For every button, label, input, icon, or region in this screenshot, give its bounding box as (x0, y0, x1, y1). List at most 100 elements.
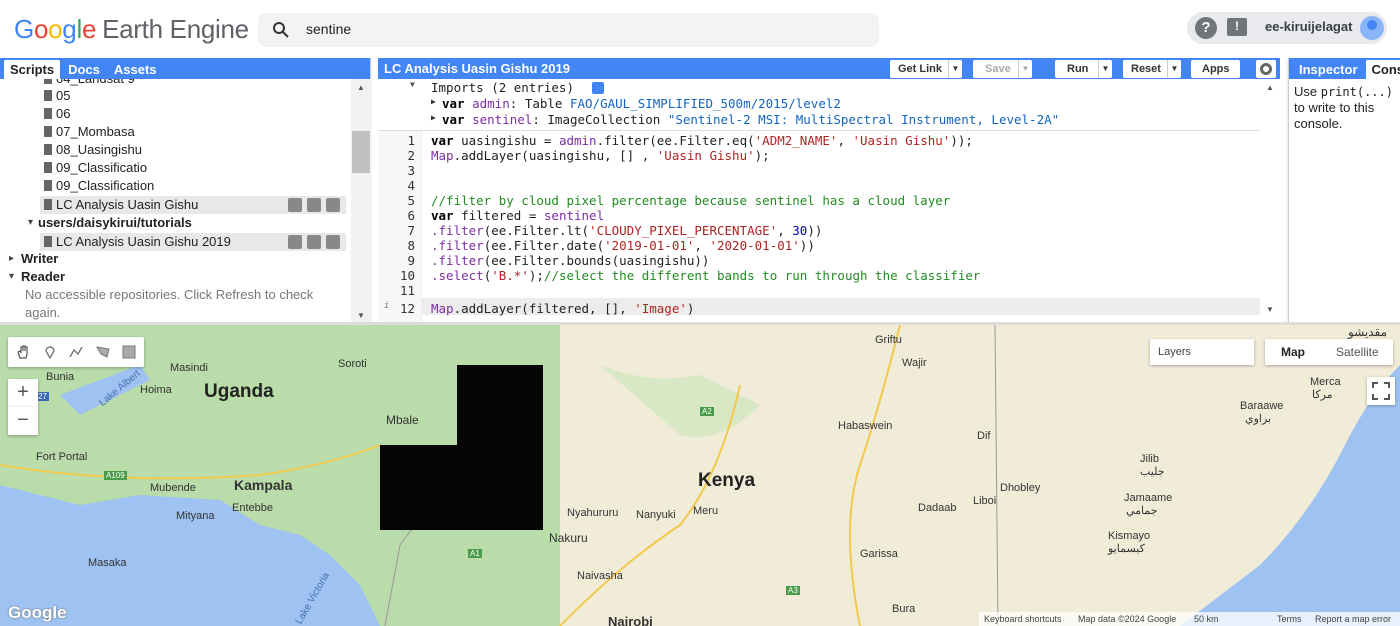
scroll-down-icon[interactable]: ▼ (1266, 305, 1274, 314)
zoom-out-button[interactable]: − (8, 407, 38, 435)
tree-item[interactable]: 07_Mombasa (0, 123, 350, 141)
code-line[interactable]: Map.addLayer(uasingishu, [] , 'Uasin Gis… (431, 148, 770, 163)
map-label: Jamaame (1124, 492, 1173, 504)
left-scrollbar[interactable]: ▲ ▼ (351, 79, 371, 322)
caret-right-icon[interactable]: ▶ (431, 113, 436, 122)
polygon-icon[interactable] (96, 345, 110, 359)
map-label: Wajir (902, 357, 927, 369)
map-label: Griftu (875, 334, 902, 346)
scroll-up-icon[interactable]: ▲ (357, 83, 365, 92)
writer-folder[interactable]: ▸ Writer (0, 250, 350, 268)
tree-item-selected[interactable]: LC Analysis Uasin Gishu 2019 (40, 233, 346, 251)
avatar[interactable] (1360, 16, 1384, 40)
tree-item[interactable]: 05 (0, 87, 350, 105)
line-gutter: 1 2 3 4 5 6 7 8 9 10 11 12 (378, 131, 422, 322)
code-token: sentinel (543, 208, 605, 223)
code-line[interactable]: .filter(ee.Filter.lt('CLOUDY_PIXEL_PERCE… (431, 223, 822, 238)
code-token: , (694, 238, 710, 253)
code-line[interactable]: .filter(ee.Filter.bounds(uasingishu)) (431, 253, 709, 268)
hand-icon[interactable] (16, 345, 30, 359)
repo-folder[interactable]: ▾ users/daisykirui/tutorials (0, 214, 350, 232)
terms-link[interactable]: Terms (1277, 614, 1302, 624)
map-label: Fort Portal (36, 451, 88, 463)
editor-scrollbar[interactable]: ▲ ▼ (1260, 79, 1280, 322)
code-token: (ee.Filter.bounds(uasingishu)) (483, 253, 710, 268)
save-button[interactable]: Save ▼ (973, 60, 1032, 78)
code-line[interactable]: var uasingishu = admin.filter(ee.Filter.… (431, 133, 973, 148)
feedback-icon[interactable]: ! (1227, 18, 1247, 36)
code-token: , (837, 133, 853, 148)
reset-button[interactable]: Reset ▼ (1123, 60, 1181, 78)
fullscreen-button[interactable] (1367, 377, 1395, 405)
google-earth-engine-logo[interactable]: Google Earth Engine (14, 14, 249, 45)
code-token: var (431, 133, 462, 148)
delete-icon[interactable] (326, 235, 340, 249)
code-token: (ee.Filter.lt( (483, 223, 590, 238)
imports-expand-icon[interactable] (592, 82, 604, 94)
tree-item[interactable]: 09_Classificatio (0, 159, 350, 177)
history-icon[interactable] (288, 235, 302, 249)
map-view[interactable]: Uganda Kenya Kampala Masindi Soroti Buni… (0, 325, 1400, 626)
caret-down-icon[interactable]: ▼ (410, 80, 415, 89)
code-token: )) (807, 223, 823, 238)
chevron-down-icon[interactable]: ▼ (1098, 60, 1112, 78)
chevron-down-icon[interactable]: ▼ (948, 60, 962, 78)
tab-assets[interactable]: Assets (108, 60, 163, 79)
code-area[interactable]: ▼ Imports (2 entries) ▶ var admin: Table… (378, 79, 1260, 322)
imports-header[interactable]: Imports (2 entries) (431, 80, 574, 95)
code-line[interactable]: Map.addLayer(filtered, [], 'Image') (431, 301, 694, 316)
get-link-button[interactable]: Get Link ▼ (890, 60, 962, 78)
tree-item[interactable]: 09_Classification (0, 177, 350, 195)
code-token: Map (431, 148, 454, 163)
line-number: 8 (407, 238, 415, 253)
scroll-thumb[interactable] (352, 131, 370, 173)
map-label: Dhobley (1000, 482, 1041, 494)
keyboard-shortcuts-link[interactable]: Keyboard shortcuts (984, 614, 1062, 624)
search-box[interactable] (258, 13, 879, 47)
history-icon[interactable] (288, 198, 302, 212)
delete-icon[interactable] (326, 198, 340, 212)
code-line[interactable]: var filtered = sentinel (431, 208, 604, 223)
line-icon[interactable] (69, 345, 83, 359)
code-line[interactable]: //filter by cloud pixel percentage becau… (431, 193, 950, 208)
edit-icon[interactable] (307, 198, 321, 212)
tab-docs[interactable]: Docs (62, 60, 106, 79)
map-label: مركا (1312, 389, 1333, 401)
code-line[interactable]: .filter(ee.Filter.date('2019-01-01', '20… (431, 238, 815, 253)
chevron-down-icon[interactable]: ▼ (1167, 60, 1181, 78)
apps-button[interactable]: Apps (1191, 60, 1240, 78)
username[interactable]: ee-kiruijelagat (1265, 19, 1352, 34)
scroll-up-icon[interactable]: ▲ (1266, 83, 1274, 92)
layers-button[interactable]: Layers (1150, 339, 1254, 365)
search-input[interactable] (306, 21, 806, 37)
map-type-satellite-button[interactable]: Satellite (1336, 345, 1379, 359)
tab-scripts[interactable]: Scripts (4, 60, 61, 79)
marker-icon[interactable] (43, 345, 57, 359)
code-line[interactable]: .select('B.*');//select the different ba… (431, 268, 980, 283)
info-icon[interactable]: i (384, 301, 389, 311)
scroll-down-icon[interactable]: ▼ (357, 311, 365, 320)
gear-icon[interactable] (1256, 60, 1276, 78)
map-label: Mubende (150, 482, 196, 494)
run-button[interactable]: Run ▼ (1055, 60, 1112, 78)
import-row[interactable]: var sentinel: ImageCollection "Sentinel-… (442, 112, 1059, 127)
map-type-map-button[interactable]: Map (1281, 345, 1305, 359)
chevron-down-icon[interactable]: ▼ (1018, 60, 1032, 78)
tab-console[interactable]: Cons (1365, 60, 1400, 79)
rectangle-icon[interactable] (122, 345, 136, 359)
code-token: 'Image' (634, 301, 687, 316)
map-footer: Keyboard shortcuts Map data ©2024 Google… (979, 612, 1400, 626)
zoom-in-button[interactable]: + (8, 379, 38, 407)
help-icon[interactable]: ? (1195, 17, 1217, 39)
import-row[interactable]: var admin: Table FAO/GAUL_SIMPLIFIED_500… (442, 96, 841, 111)
caret-right-icon[interactable]: ▶ (431, 97, 436, 106)
tree-item[interactable]: 06 (0, 105, 350, 123)
tab-inspector[interactable]: Inspector (1293, 60, 1364, 79)
tree-item-selected[interactable]: LC Analysis Uasin Gishu (40, 196, 346, 214)
line-number: 9 (407, 253, 415, 268)
reader-folder[interactable]: ▾ Reader (0, 268, 350, 286)
report-error-link[interactable]: Report a map error (1315, 614, 1391, 624)
edit-icon[interactable] (307, 235, 321, 249)
tree-item[interactable]: 08_Uasingishu (0, 141, 350, 159)
editor-toolbar: LC Analysis Uasin Gishu 2019 Get Link ▼ S… (378, 58, 1280, 79)
